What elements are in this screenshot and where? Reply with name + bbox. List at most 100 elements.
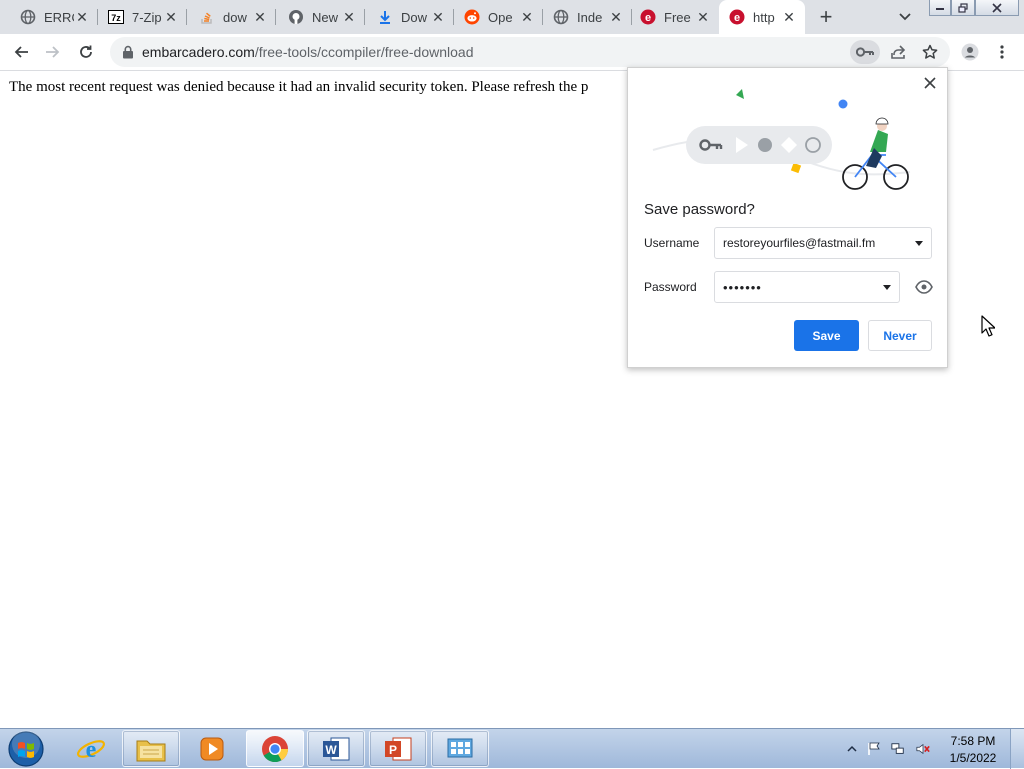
caret-down-icon[interactable] xyxy=(915,241,923,246)
tab-title: Inde xyxy=(577,9,603,25)
tab-title: ERRO xyxy=(44,9,74,25)
new-tab-button[interactable]: + xyxy=(815,4,837,29)
menu-button[interactable] xyxy=(988,38,1016,66)
key-icon xyxy=(856,47,874,57)
share-button[interactable] xyxy=(884,38,912,66)
password-label: Password xyxy=(644,280,697,294)
close-icon[interactable]: ✕ xyxy=(608,9,624,25)
lock-icon[interactable] xyxy=(122,45,134,59)
tab-title: 7-Zip xyxy=(132,9,162,25)
minimize-button[interactable] xyxy=(929,0,951,16)
volume-muted-icon[interactable] xyxy=(916,742,930,756)
forward-button[interactable] xyxy=(39,38,67,66)
more-vert-icon xyxy=(1000,45,1004,59)
tab[interactable]: 7z 7-Zip ✕ xyxy=(98,0,187,34)
download-icon xyxy=(377,9,393,25)
minimize-icon xyxy=(936,7,944,10)
bookmark-button[interactable] xyxy=(916,38,944,66)
tab-title: Dow xyxy=(401,9,428,25)
taskbar-file-explorer[interactable] xyxy=(122,730,180,767)
close-window-button[interactable] xyxy=(975,0,1019,16)
close-button[interactable] xyxy=(921,74,939,92)
close-icon[interactable]: ✕ xyxy=(252,9,268,25)
tab[interactable]: Ope ✕ xyxy=(454,0,543,34)
7zip-icon: 7z xyxy=(108,9,124,25)
chrome-icon xyxy=(262,735,289,762)
username-field[interactable]: restoreyourfiles@fastmail.fm xyxy=(714,227,932,259)
internet-explorer-icon: e xyxy=(77,737,105,763)
taskbar: e W P 7:58 PM 1/5/2022 xyxy=(0,728,1024,769)
windows-logo-icon xyxy=(8,730,44,767)
restore-button[interactable] xyxy=(951,0,975,16)
globe-icon xyxy=(553,9,569,25)
close-icon[interactable]: ✕ xyxy=(781,9,797,25)
reddit-icon xyxy=(464,9,480,25)
tab[interactable]: Dow ✕ xyxy=(365,0,454,34)
close-icon[interactable]: ✕ xyxy=(519,9,535,25)
mouse-cursor-icon xyxy=(981,315,995,337)
network-icon[interactable] xyxy=(891,742,905,756)
taskbar-word[interactable]: W xyxy=(307,730,365,767)
taskbar-chrome[interactable] xyxy=(246,730,304,767)
powerpoint-icon: P xyxy=(385,737,412,760)
globe-icon xyxy=(20,9,36,25)
tab-strip: ERRO ✕ 7z 7-Zip ✕ dow ✕ New ✕ Dow ✕ xyxy=(0,0,1024,34)
username-value: restoreyourfiles@fastmail.fm xyxy=(723,236,876,250)
share-icon xyxy=(891,45,906,59)
address-bar[interactable]: embarcadero.com/free-tools/ccompiler/fre… xyxy=(110,37,950,67)
close-icon[interactable]: ✕ xyxy=(430,9,446,25)
tab[interactable]: e Free ✕ xyxy=(632,0,719,34)
tab-search-button[interactable] xyxy=(896,8,914,26)
tab[interactable]: New ✕ xyxy=(276,0,365,34)
tab[interactable]: ERRO ✕ xyxy=(0,0,98,34)
embarcadero-icon: e xyxy=(729,9,745,25)
reload-button[interactable] xyxy=(72,38,100,66)
eye-icon[interactable] xyxy=(915,280,933,294)
password-key-button[interactable] xyxy=(850,40,880,64)
media-player-icon xyxy=(200,737,224,760)
taskbar-powerpoint[interactable]: P xyxy=(369,730,427,767)
save-button[interactable]: Save xyxy=(794,320,859,351)
url-domain: embarcadero.com xyxy=(142,44,255,60)
action-center-icon[interactable] xyxy=(867,742,881,756)
tab-active[interactable]: e http ✕ xyxy=(719,0,805,34)
tab-title: Free xyxy=(664,9,691,25)
url-text[interactable]: embarcadero.com/free-tools/ccompiler/fre… xyxy=(142,44,473,60)
never-button[interactable]: Never xyxy=(868,320,932,351)
show-desktop-button[interactable] xyxy=(1010,729,1024,769)
back-button[interactable] xyxy=(7,38,35,66)
chevron-up-icon xyxy=(847,745,857,752)
close-icon[interactable]: ✕ xyxy=(341,9,357,25)
taskbar-control-panel[interactable] xyxy=(431,730,489,767)
arrow-right-icon xyxy=(46,46,60,58)
tab[interactable]: dow ✕ xyxy=(187,0,276,34)
clock-time[interactable]: 7:58 PM xyxy=(945,734,1001,748)
chevron-down-icon xyxy=(899,13,911,21)
password-field[interactable]: ••••••• xyxy=(714,271,900,303)
taskbar-media-player[interactable] xyxy=(183,730,241,767)
close-icon[interactable]: ✕ xyxy=(74,9,90,25)
close-icon xyxy=(992,2,1002,13)
svg-text:e: e xyxy=(734,12,740,24)
close-icon[interactable]: ✕ xyxy=(695,9,711,25)
close-icon[interactable]: ✕ xyxy=(163,9,179,25)
show-hidden-icons-button[interactable] xyxy=(845,742,859,756)
caret-down-icon[interactable] xyxy=(883,285,891,290)
close-icon xyxy=(924,77,936,89)
tab-title: dow xyxy=(223,9,247,25)
folder-icon xyxy=(136,740,166,761)
dialog-title: Save password? xyxy=(644,201,755,218)
taskbar-internet-explorer[interactable]: e xyxy=(62,730,120,767)
svg-text:e: e xyxy=(86,737,97,763)
tab-title: New xyxy=(312,9,339,25)
word-icon: W xyxy=(323,737,350,760)
password-illustration xyxy=(652,89,911,190)
github-icon xyxy=(288,9,304,25)
profile-button[interactable] xyxy=(956,38,984,66)
restore-icon xyxy=(958,2,968,13)
tab[interactable]: Inde ✕ xyxy=(543,0,632,34)
clock-date[interactable]: 1/5/2022 xyxy=(945,751,1001,765)
start-button[interactable] xyxy=(6,730,46,768)
control-panel-icon xyxy=(447,738,473,757)
tab-title: http xyxy=(753,9,775,25)
